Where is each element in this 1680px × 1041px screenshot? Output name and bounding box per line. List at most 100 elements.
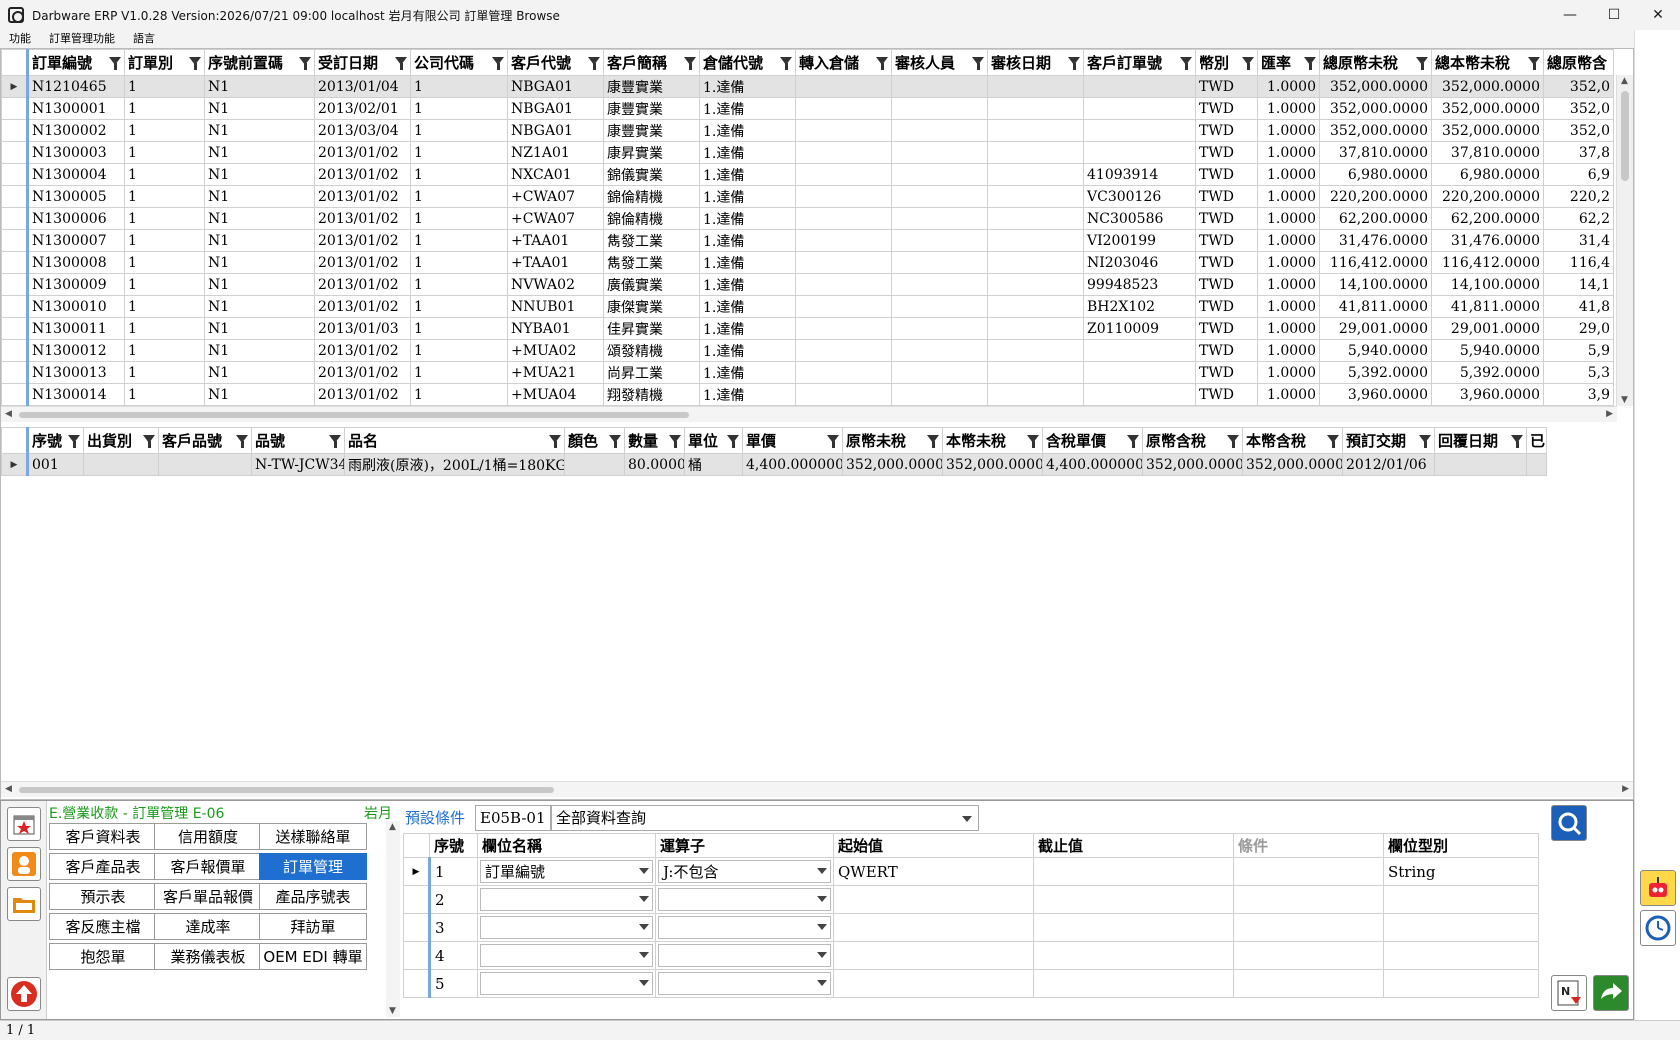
table-cell[interactable]: 1.0000 [1257,339,1320,362]
table-cell[interactable]: TWD [1195,119,1258,142]
table-cell[interactable] [891,383,988,406]
table-cell[interactable]: 3,9 [1543,383,1614,406]
table-cell[interactable]: N1300012 [27,339,125,362]
filter-icon[interactable] [1227,435,1239,448]
table-cell[interactable] [987,163,1084,186]
end-value-field[interactable] [1033,857,1234,886]
table-cell[interactable]: 1.達備 [699,119,796,142]
column-header[interactable]: 品號 [251,427,345,454]
table-cell[interactable] [891,317,988,340]
table-cell[interactable]: 116,412.0000 [1319,251,1432,274]
table-cell[interactable]: 1 [410,383,508,406]
table-cell[interactable]: N1300007 [27,229,125,252]
table-cell[interactable]: TWD [1195,163,1258,186]
condition-field[interactable] [1233,969,1384,998]
filter-icon[interactable] [109,57,121,70]
table-cell[interactable]: 1.達備 [699,273,796,296]
column-header[interactable]: 顏色 [564,427,625,454]
table-cell[interactable]: N1300001 [27,97,125,120]
table-cell[interactable]: 352,000.0000 [1431,97,1544,120]
filter-icon[interactable] [492,57,504,70]
table-cell[interactable]: 1.0000 [1257,75,1320,98]
table-cell[interactable] [158,453,252,476]
table-row[interactable]: N1300008 1 N1 2013/01/02 1 +TAA01 雋發工業 1.達備 NI20… [1,251,1614,274]
table-cell[interactable]: 352,000.0000 [1431,75,1544,98]
end-value-field[interactable] [1033,969,1234,998]
table-cell[interactable] [1083,97,1196,120]
table-cell[interactable]: TWD [1195,207,1258,230]
row-selector[interactable]: ▶ [1,75,29,98]
table-cell[interactable]: 37,8 [1543,141,1614,164]
condition-field[interactable] [1233,885,1384,914]
table-cell[interactable] [891,339,988,362]
column-header[interactable]: 轉入倉儲 [795,49,892,76]
table-cell[interactable] [795,251,892,274]
column-header[interactable]: 匯率 [1257,49,1320,76]
table-cell[interactable]: N1 [204,317,315,340]
table-cell[interactable]: Z0110009 [1083,317,1196,340]
table-cell[interactable]: TWD [1195,75,1258,98]
table-cell[interactable]: 1 [124,185,205,208]
table-cell[interactable]: 2013/01/02 [314,251,411,274]
table-row[interactable]: N1300001 1 N1 2013/02/01 1 NBGA01 康豐實業 1.達備 TWD 1… [1,97,1614,120]
table-cell[interactable]: N1300010 [27,295,125,318]
table-cell[interactable]: 錦儀實業 [603,163,700,186]
table-cell[interactable]: 352,000.0000 [842,453,943,476]
module-button-achievement-rate[interactable]: 達成率 [154,913,262,940]
table-cell[interactable] [1083,361,1196,384]
table-cell[interactable] [564,453,625,476]
module-button-customer-data[interactable]: 客戶資料表 [49,823,157,850]
column-header[interactable]: 序號 [27,427,84,454]
table-cell[interactable] [1083,141,1196,164]
column-header[interactable]: 幣別 [1195,49,1258,76]
table-cell[interactable]: 廣儀實業 [603,273,700,296]
table-cell[interactable]: 1 [410,229,508,252]
clock-icon[interactable] [1640,910,1676,946]
column-header[interactable]: 本幣含稅 [1242,427,1343,454]
table-cell[interactable]: 1.達備 [699,251,796,274]
filter-icon[interactable] [299,57,311,70]
table-cell[interactable]: TWD [1195,383,1258,406]
forward-arrow-icon[interactable] [1593,975,1629,1011]
table-cell[interactable]: 62,2 [1543,207,1614,230]
table-cell[interactable] [795,317,892,340]
table-cell[interactable]: +CWA07 [507,207,604,230]
table-cell[interactable] [891,361,988,384]
table-row[interactable]: N1300013 1 N1 2013/01/02 1 +MUA21 尚昇工業 1.達備 TWD 1… [1,361,1614,384]
table-cell[interactable]: 1.達備 [699,339,796,362]
table-cell[interactable]: 桶 [684,453,743,476]
module-button-oem-edi-convert[interactable]: OEM EDI 轉單 [259,943,367,970]
filter-icon[interactable] [827,435,839,448]
table-cell[interactable]: 1 [410,163,508,186]
table-cell[interactable]: 31,476.0000 [1319,229,1432,252]
table-cell[interactable] [1083,339,1196,362]
field-name-select[interactable] [477,885,656,914]
table-cell[interactable]: N1300006 [27,207,125,230]
table-cell[interactable]: 352,000.0000 [1142,453,1243,476]
table-cell[interactable]: 康豐實業 [603,119,700,142]
condition-field[interactable] [1233,913,1384,942]
filter-icon[interactable] [727,435,739,448]
table-cell[interactable]: 41,8 [1543,295,1614,318]
table-cell[interactable]: 31,476.0000 [1431,229,1544,252]
filter-icon[interactable] [1416,57,1428,70]
start-value-field[interactable]: QWERT [833,857,1034,886]
table-cell[interactable] [1083,383,1196,406]
table-cell[interactable]: 80.0000 [624,453,685,476]
query-row[interactable]: 4 [403,941,1539,970]
table-row[interactable]: ▶001 N-TW-JCW34T雨刷液(原液)，200L/1桶=180KG 80.0… [1,453,1547,476]
column-header[interactable]: 品名 [344,427,565,454]
table-cell[interactable] [987,295,1084,318]
table-cell[interactable] [1526,453,1547,476]
table-cell[interactable]: 62,200.0000 [1431,207,1544,230]
table-cell[interactable]: 1.達備 [699,295,796,318]
table-cell[interactable]: N1 [204,119,315,142]
table-cell[interactable]: 62,200.0000 [1319,207,1432,230]
table-cell[interactable]: 001 [27,453,84,476]
table-row[interactable]: N1300006 1 N1 2013/01/02 1 +CWA07 錦倫精機 1.達備 NC30… [1,207,1614,230]
table-cell[interactable]: 352,000.0000 [1319,119,1432,142]
table-cell[interactable]: 352,000.0000 [1242,453,1343,476]
filter-icon[interactable] [68,435,80,448]
filter-icon[interactable] [143,435,155,448]
detail-horizontal-scrollbar[interactable]: ◀ ▶ [1,781,1633,797]
